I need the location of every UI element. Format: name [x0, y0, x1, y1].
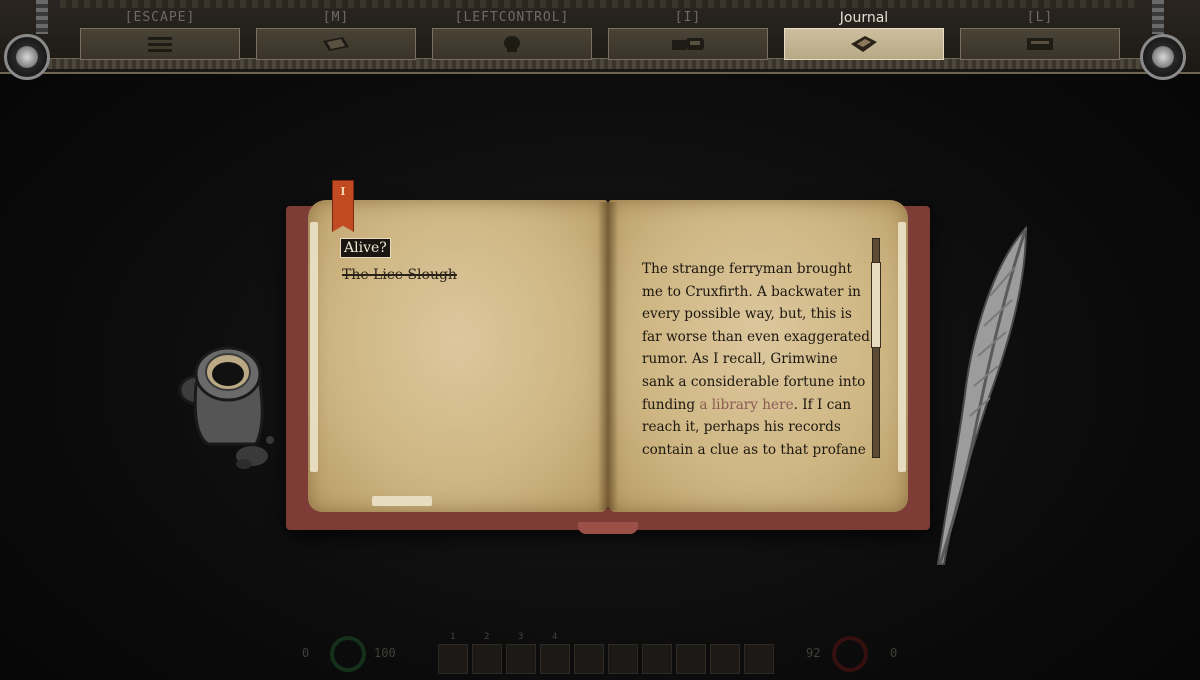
hotbar-slot[interactable] [710, 644, 740, 674]
map-icon [323, 37, 349, 51]
inkpot-icon [178, 346, 274, 469]
hotbar-slot[interactable] [642, 644, 672, 674]
tab-escape-menu[interactable]: [ESCAPE] [80, 8, 240, 64]
menu-icon [148, 37, 172, 52]
hotbar-number: 2 [484, 632, 490, 642]
tab-lore[interactable]: [L] [960, 8, 1120, 64]
tab-hotkey-label: [LEFTCONTROL] [454, 10, 570, 25]
hotbar-number: 1 [450, 632, 456, 642]
health-max-value: 100 [374, 646, 396, 660]
mana-min-value: 0 [890, 646, 898, 660]
journal-link-library[interactable]: a library here [699, 397, 793, 413]
health-min-value: 0 [302, 646, 310, 660]
hotbar-slot[interactable] [472, 644, 502, 674]
health-ring [330, 636, 366, 672]
quill-icon [936, 226, 1028, 565]
hotbar-number: 4 [552, 632, 558, 642]
quest-entry-completed[interactable]: The Lice Slough [342, 266, 457, 284]
journal-entry-text: The strange ferryman brought me to Cruxf… [642, 258, 870, 458]
top-ornament [60, 0, 1140, 8]
left-page-stack [310, 222, 318, 472]
hotbar-slot[interactable] [506, 644, 536, 674]
mana-value: 92 [806, 646, 821, 660]
tab-journal[interactable]: Journal [784, 8, 944, 64]
right-chain-post [1152, 0, 1164, 34]
left-chain-post [36, 0, 48, 34]
book-gutter [598, 202, 618, 510]
bottom-hud: 0 100 1 2 3 4 92 0 [0, 632, 1200, 680]
tab-hotkey-label: [I] [674, 10, 702, 25]
mana-ring [832, 636, 868, 672]
journal-icon [851, 36, 877, 52]
inventory-icon [672, 38, 704, 50]
book-spine-notch [578, 522, 638, 534]
hotbar-slot[interactable] [608, 644, 638, 674]
hotbar-number: 3 [518, 632, 524, 642]
tab-hotkey-label: [ESCAPE] [124, 10, 196, 25]
journal-text-part: The strange ferryman brought me to Cruxf… [642, 261, 870, 413]
hotbar-slot[interactable] [540, 644, 570, 674]
tab-hotkey-label: [M] [322, 10, 350, 25]
chapter-bookmark[interactable]: I [332, 180, 354, 232]
quest-entry-selected[interactable]: Alive? [340, 238, 391, 258]
tab-hotkey-label: [L] [1026, 10, 1054, 25]
bookmark-label: I [340, 185, 346, 198]
right-skull-emblem-icon [1140, 34, 1186, 80]
tab-map[interactable]: [M] [256, 8, 416, 64]
torn-page-edge [372, 496, 432, 506]
skull-icon [504, 36, 520, 52]
tab-leftcontrol[interactable]: [LEFTCONTROL] [432, 8, 592, 64]
tab-hotkey-label: Journal [839, 10, 889, 26]
hotbar-slot[interactable] [438, 644, 468, 674]
tab-inventory[interactable]: [I] [608, 8, 768, 64]
left-skull-emblem-icon [4, 34, 50, 80]
hotbar-slot[interactable] [744, 644, 774, 674]
right-page-stack [898, 222, 906, 472]
hotbar-slot[interactable] [574, 644, 604, 674]
journal-scroll-thumb[interactable] [871, 262, 881, 348]
hotbar-slot[interactable] [676, 644, 706, 674]
lore-book-icon [1027, 38, 1053, 50]
top-tab-bar: [ESCAPE] [M] [LEFTCONTROL] [I] Journal [… [0, 0, 1200, 80]
